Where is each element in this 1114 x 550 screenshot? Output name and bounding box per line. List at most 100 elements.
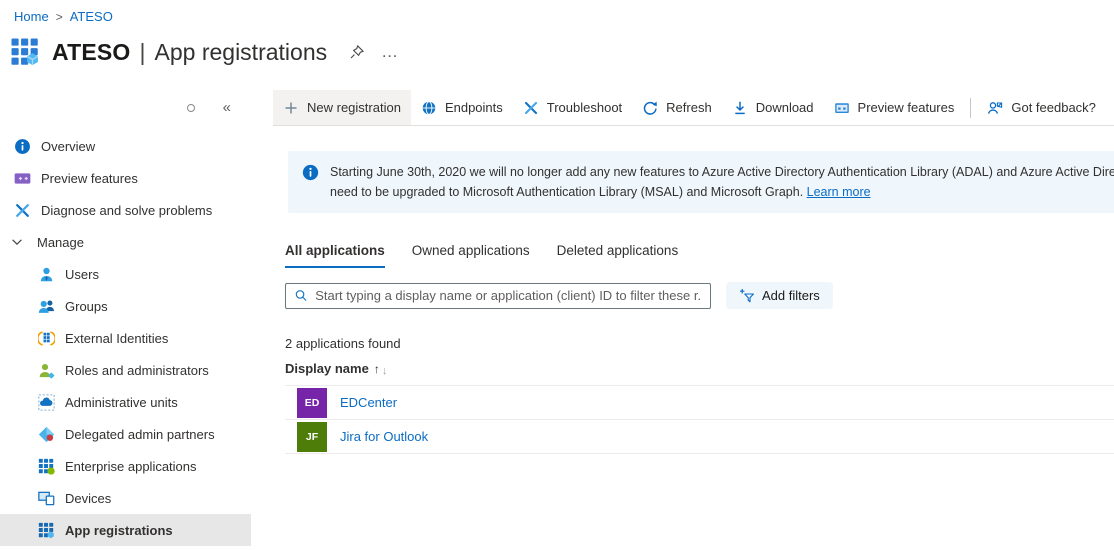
sidebar-section-label: Manage (37, 235, 84, 250)
chevron-down-icon (10, 235, 24, 249)
sidebar-item-label: Users (65, 267, 99, 282)
toolbar-label: Download (756, 100, 814, 115)
table-row[interactable]: ED EDCenter (285, 386, 1114, 420)
pin-icon[interactable] (349, 44, 365, 60)
sidebar-item-external-identities[interactable]: External Identities (0, 322, 251, 354)
sidebar-menu: Overview Preview features Diagnose and s… (0, 130, 251, 546)
add-filters-label: Add filters (762, 288, 820, 303)
toolbar-label: Refresh (666, 100, 712, 115)
sidebar-item-label: Preview features (41, 171, 138, 186)
command-bar: New registration Endpoints Troubleshoot (273, 90, 1114, 126)
roles-icon (38, 362, 55, 379)
sidebar-item-label: Groups (65, 299, 108, 314)
admin-units-icon (38, 394, 55, 411)
tab-owned-applications[interactable]: Owned applications (412, 243, 530, 268)
avatar: ED (297, 388, 327, 418)
tenant-name: ATESO (52, 39, 131, 66)
page-header: ATESO | App registrations … (10, 37, 399, 67)
sidebar-item-label: Overview (41, 139, 95, 154)
sidebar-item-roles[interactable]: Roles and administrators (0, 354, 251, 386)
application-link-edcenter[interactable]: EDCenter (340, 395, 397, 410)
user-icon (38, 266, 55, 283)
sidebar-item-label: Administrative units (65, 395, 178, 410)
avatar: JF (297, 422, 327, 452)
download-button[interactable]: Download (722, 90, 824, 125)
toolbar-label: Troubleshoot (547, 100, 622, 115)
globe-icon (421, 100, 437, 116)
delegated-admin-icon (38, 426, 55, 443)
toolbar-label: Got feedback? (1011, 100, 1096, 115)
sidebar-item-overview[interactable]: Overview (0, 130, 251, 162)
breadcrumb-home-link[interactable]: Home (14, 9, 49, 24)
info-banner: Starting June 30th, 2020 we will no long… (288, 151, 1114, 213)
toolbar-separator (970, 98, 971, 118)
learn-more-link[interactable]: Learn more (807, 185, 871, 199)
chevron-right-icon: > (56, 10, 63, 24)
toolbar-label: New registration (307, 100, 401, 115)
feedback-icon (987, 100, 1003, 116)
sidebar-item-label: Diagnose and solve problems (41, 203, 212, 218)
collapse-sidebar-icon[interactable]: « (223, 103, 231, 113)
applications-list: Display name ↑ ↓ ED EDCenter JF Jira for… (285, 361, 1114, 454)
column-header-label: Display name (285, 361, 369, 376)
add-filters-button[interactable]: Add filters (726, 282, 833, 309)
tab-bar: All applications Owned applications Dele… (285, 243, 1114, 268)
sidebar-item-delegated-admin-partners[interactable]: Delegated admin partners (0, 418, 251, 450)
devices-icon (38, 490, 55, 507)
sort-descending-icon: ↓ (382, 365, 388, 377)
search-input[interactable] (315, 288, 702, 303)
column-header-display-name[interactable]: Display name ↑ ↓ (285, 361, 1114, 386)
sidebar-item-administrative-units[interactable]: Administrative units (0, 386, 251, 418)
preview-features-icon (14, 170, 31, 187)
app-registrations-icon (38, 522, 55, 539)
info-icon (14, 138, 31, 155)
diagnose-icon (14, 202, 31, 219)
plus-icon (283, 100, 299, 116)
download-icon (732, 100, 748, 116)
sidebar-item-label: Delegated admin partners (65, 427, 215, 442)
sidebar-item-diagnose[interactable]: Diagnose and solve problems (0, 194, 251, 226)
info-icon (302, 164, 319, 181)
breadcrumb-ateso-link[interactable]: ATESO (70, 9, 113, 24)
sidebar-item-label: Enterprise applications (65, 459, 197, 474)
sidebar-item-users[interactable]: Users (0, 258, 251, 290)
refresh-button[interactable]: Refresh (632, 90, 722, 125)
banner-text: Starting June 30th, 2020 we will no long… (330, 162, 1114, 202)
application-link-jira-for-outlook[interactable]: Jira for Outlook (340, 429, 428, 444)
sidebar-item-preview-features[interactable]: Preview features (0, 162, 251, 194)
sidebar-item-label: External Identities (65, 331, 168, 346)
search-box[interactable] (285, 283, 711, 309)
refresh-icon (642, 100, 658, 116)
table-row[interactable]: JF Jira for Outlook (285, 420, 1114, 454)
tab-all-applications[interactable]: All applications (285, 243, 385, 268)
preview-features-button[interactable]: Preview features (824, 90, 965, 125)
circle-icon[interactable] (187, 104, 195, 112)
toolbar-label: Preview features (858, 100, 955, 115)
blade-content: New registration Endpoints Troubleshoot (273, 90, 1114, 550)
more-options-icon[interactable]: … (381, 47, 399, 57)
sidebar-item-groups[interactable]: Groups (0, 290, 251, 322)
sidebar-item-label: App registrations (65, 523, 173, 538)
result-count: 2 applications found (285, 336, 1114, 351)
sidebar-item-label: Roles and administrators (65, 363, 209, 378)
enterprise-apps-icon (38, 458, 55, 475)
sidebar-item-devices[interactable]: Devices (0, 482, 251, 514)
app-registrations-blade-icon (10, 37, 40, 67)
add-filter-icon (739, 288, 755, 304)
external-identities-icon (38, 330, 55, 347)
sidebar-item-app-registrations[interactable]: App registrations (0, 514, 251, 546)
sidebar-item-enterprise-applications[interactable]: Enterprise applications (0, 450, 251, 482)
toolbar-label: Endpoints (445, 100, 503, 115)
filter-row: Add filters (285, 282, 1114, 309)
group-icon (38, 298, 55, 315)
blade-name: App registrations (155, 39, 328, 66)
banner-line-1: Starting June 30th, 2020 we will no long… (330, 162, 1114, 182)
tab-deleted-applications[interactable]: Deleted applications (557, 243, 679, 268)
sidebar-section-manage[interactable]: Manage (0, 226, 251, 258)
troubleshoot-button[interactable]: Troubleshoot (513, 90, 632, 125)
got-feedback-button[interactable]: Got feedback? (977, 90, 1106, 125)
azure-portal-page: Home > ATESO ATESO | App registrations … (0, 0, 1114, 550)
endpoints-button[interactable]: Endpoints (411, 90, 513, 125)
tools-icon (523, 100, 539, 116)
new-registration-button[interactable]: New registration (273, 90, 411, 125)
